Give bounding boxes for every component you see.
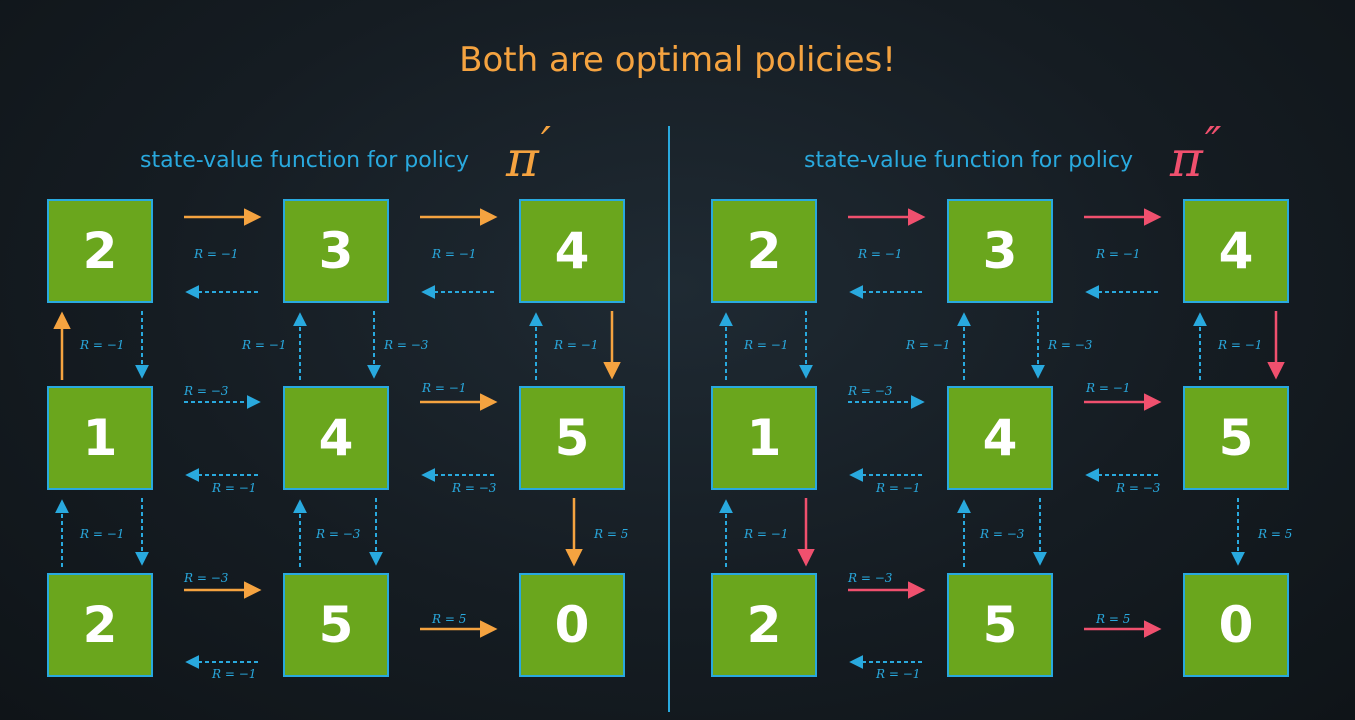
reward-label: R = 5 [593,527,628,541]
reward-label: R = 5 [431,612,466,626]
reward-label: R = −1 [241,338,286,352]
reward-label: R = −1 [553,338,598,352]
reward-label: R = −1 [193,247,238,261]
reward-label: R = −1 [743,338,788,352]
reward-label: R = −1 [1217,338,1262,352]
reward-label: R = −3 [183,384,229,398]
transition-arrows: R = −1 R = −1 R = −3 R = −1 R = −1 R = −3 R = … [53,208,1292,681]
reward-label: R = −3 [1115,481,1161,495]
reward-label: R = −1 [905,338,950,352]
reward-label: R = −3 [1047,338,1093,352]
slide: Both are optimal policies! state-value f… [0,0,1355,720]
reward-label: R = −3 [183,571,229,585]
reward-label: R = −1 [211,481,256,495]
reward-label: R = −1 [1085,381,1130,395]
reward-label: R = −1 [1095,247,1140,261]
reward-label: R = 5 [1257,527,1292,541]
reward-label: R = −3 [847,571,893,585]
reward-label: R = −3 [847,384,893,398]
reward-label: R = −1 [79,527,124,541]
reward-label: R = 5 [1095,612,1130,626]
reward-label: R = −3 [451,481,497,495]
reward-label: R = −3 [383,338,429,352]
reward-label: R = −3 [979,527,1025,541]
reward-label: R = −1 [857,247,902,261]
reward-label: R = −1 [211,667,256,681]
reward-label: R = −1 [875,667,920,681]
reward-label: R = −1 [431,247,476,261]
reward-label: R = −1 [421,381,466,395]
reward-label: R = −1 [875,481,920,495]
reward-label: R = −1 [79,338,124,352]
reward-label: R = −1 [743,527,788,541]
reward-label: R = −3 [315,527,361,541]
